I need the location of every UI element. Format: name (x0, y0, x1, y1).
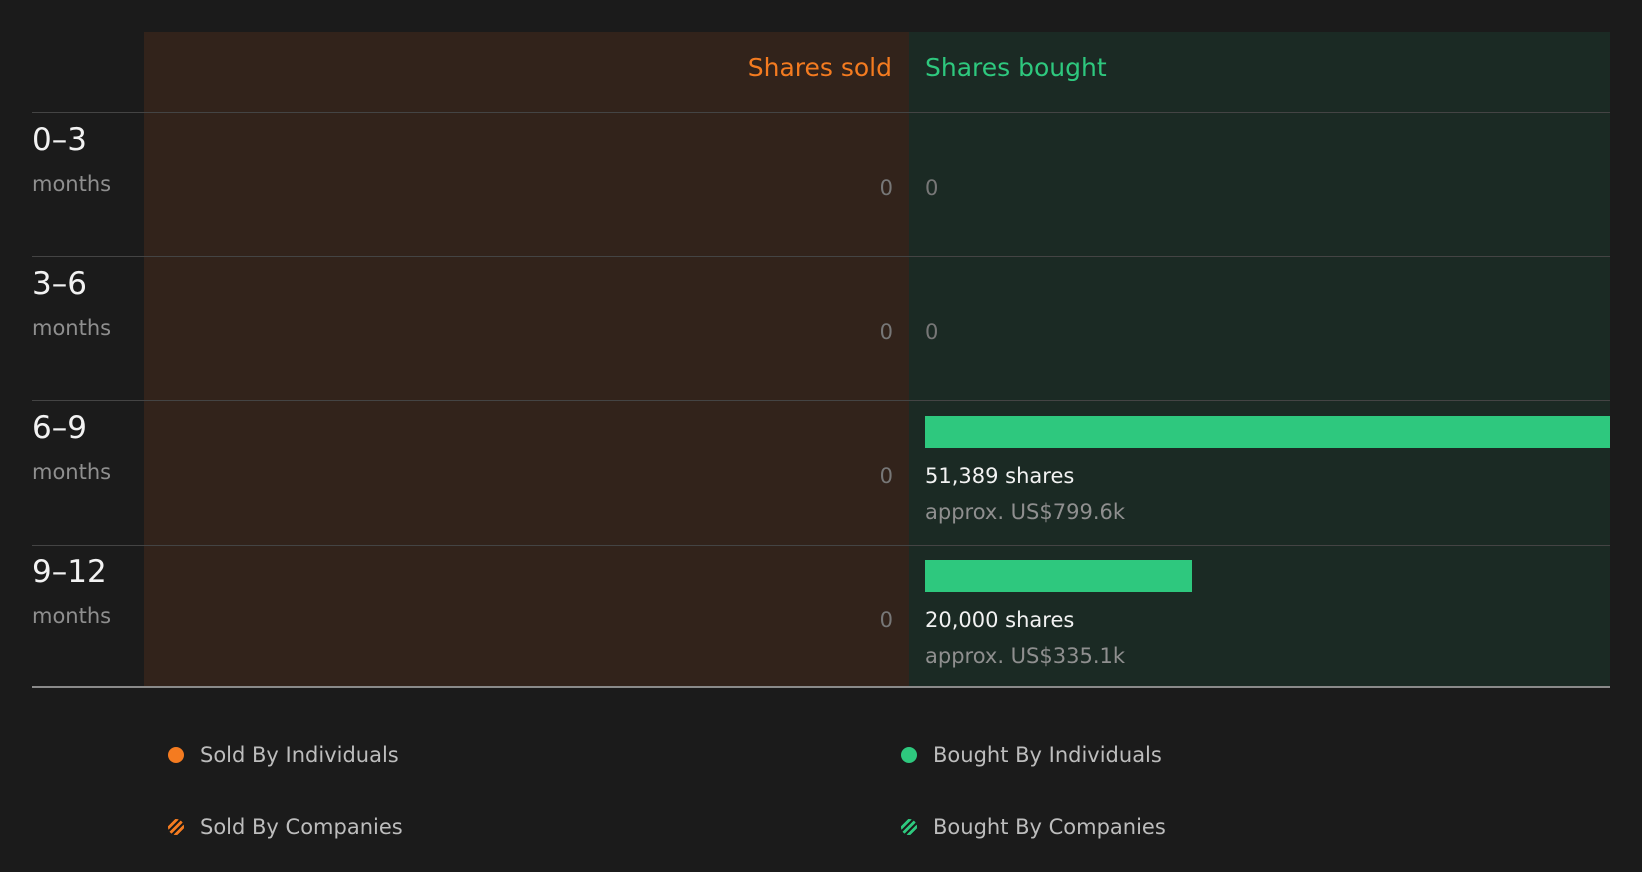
row-range-label: 6–9 (32, 410, 87, 446)
row-range-label: 3–6 (32, 266, 87, 302)
legend-item-bought-individuals[interactable]: Bought By Individuals (901, 743, 1162, 767)
shares-sold-header: Shares sold (747, 53, 892, 82)
legend-hatched-dot-icon (168, 819, 184, 835)
row-unit-label: months (32, 460, 112, 484)
row-unit-label: months (32, 316, 112, 340)
sold-value-label: 0 (879, 176, 893, 200)
row-divider (32, 545, 1610, 546)
row-unit-label: months (32, 172, 112, 196)
legend-hatched-dot-icon (901, 819, 917, 835)
legend-item-bought-companies[interactable]: Bought By Companies (901, 815, 1166, 839)
bought-shares-label: 20,000 shares (925, 608, 1075, 632)
legend-dot-icon (168, 747, 184, 763)
row-divider (32, 112, 1610, 113)
row-range-label: 0–3 (32, 122, 87, 158)
legend-item-sold-companies[interactable]: Sold By Companies (168, 815, 403, 839)
sold-value-label: 0 (879, 464, 893, 488)
row-range-label: 9–12 (32, 554, 107, 590)
legend-label: Bought By Individuals (933, 743, 1162, 767)
legend-item-sold-individuals[interactable]: Sold By Individuals (168, 743, 399, 767)
legend-label: Sold By Companies (200, 815, 403, 839)
legend-dot-icon (901, 747, 917, 763)
shares-bought-header: Shares bought (925, 53, 1107, 82)
bought-value-approx: approx. US$799.6k (925, 500, 1126, 524)
row-divider (32, 400, 1610, 401)
legend-label: Sold By Individuals (200, 743, 399, 767)
row-divider (32, 256, 1610, 257)
shares-sold-panel (144, 32, 909, 687)
legend-label: Bought By Companies (933, 815, 1166, 839)
bought-bar-9-12 (925, 560, 1192, 592)
bought-shares-label: 51,389 shares (925, 464, 1075, 488)
bought-value-approx: approx. US$335.1k (925, 644, 1126, 668)
sold-value-label: 0 (879, 608, 893, 632)
bought-value-label: 0 (925, 176, 939, 200)
row-unit-label: months (32, 604, 112, 628)
bought-value-label: 0 (925, 320, 939, 344)
bought-bar-6-9 (925, 416, 1610, 448)
chart-baseline (32, 686, 1610, 688)
sold-value-label: 0 (879, 320, 893, 344)
